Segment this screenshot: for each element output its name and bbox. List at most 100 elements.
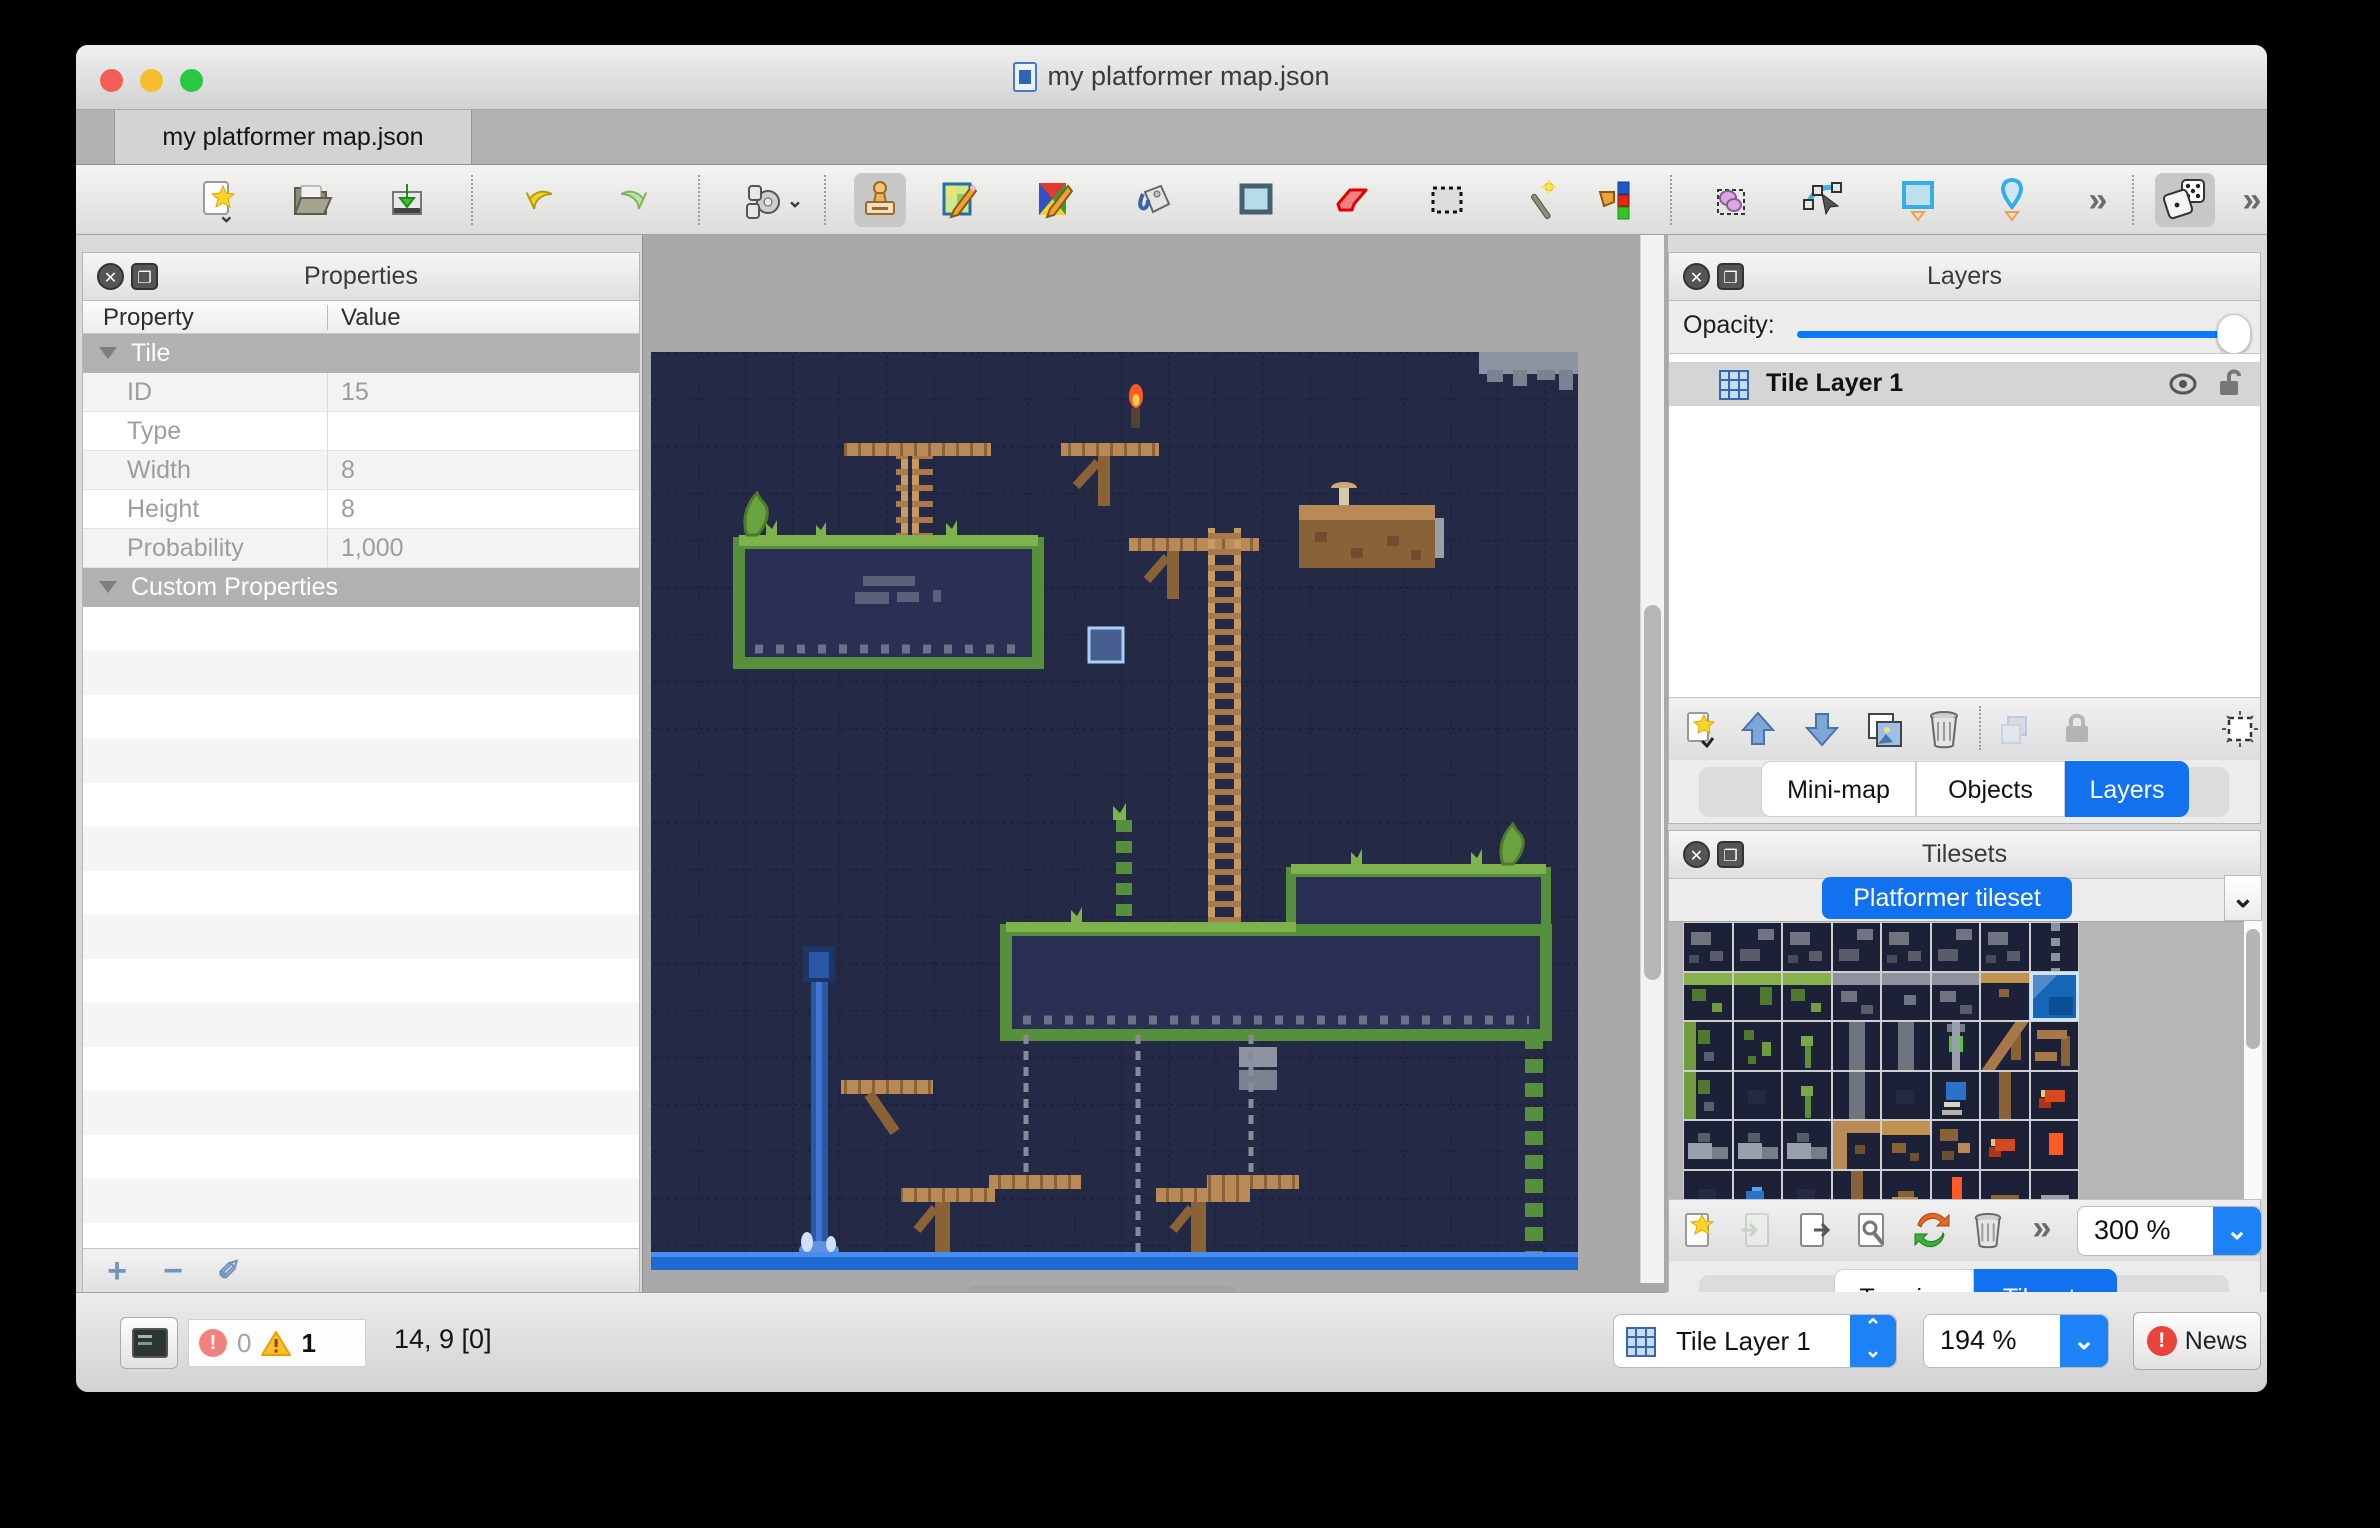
map-view[interactable] — [642, 235, 1668, 1315]
layer-list[interactable]: Tile Layer 1 — [1669, 353, 2260, 698]
tileset-list-dropdown-button[interactable]: ⌄ — [2224, 875, 2262, 921]
tileset-tile-stone[interactable] — [1881, 922, 1931, 972]
tileset-tile-gside[interactable] — [1683, 1071, 1733, 1121]
opacity-slider-knob[interactable] — [2217, 314, 2251, 354]
select-objects-tool[interactable] — [1704, 173, 1756, 227]
stepper-icon[interactable]: ⌃⌄ — [1850, 1315, 1896, 1367]
raise-layer-button[interactable] — [1735, 706, 1781, 752]
bucket-fill-tool[interactable] — [1129, 173, 1181, 227]
console-button[interactable] — [120, 1317, 178, 1369]
map-zoom-combo[interactable]: 194 % ⌄ — [1923, 1314, 2109, 1368]
refresh-tileset-button[interactable] — [1909, 1207, 1955, 1253]
edit-polygons-tool[interactable] — [1796, 173, 1848, 227]
group-header-custom-properties[interactable]: Custom Properties — [83, 568, 639, 607]
tileset-tile-pillar[interactable] — [1832, 1071, 1882, 1121]
rect-select-tool[interactable] — [1421, 173, 1473, 227]
tileset-tile-wall[interactable] — [1832, 972, 1882, 1022]
tileset-tile-pole[interactable] — [1980, 1071, 2030, 1121]
tileset-tile-wall2[interactable] — [1881, 972, 1931, 1022]
scrollbar-thumb[interactable] — [1644, 605, 1661, 980]
show-other-layers-button[interactable] — [1991, 706, 2037, 752]
tile-cursor[interactable] — [1089, 628, 1123, 662]
close-panel-icon[interactable]: ✕ — [97, 263, 124, 290]
opacity-slider[interactable] — [1797, 331, 2235, 338]
tileset-tile-dirtc[interactable] — [1832, 1120, 1882, 1170]
insert-rectangle-tool[interactable] — [1892, 173, 1944, 227]
duplicate-layer-button[interactable] — [1861, 706, 1907, 752]
property-row-height[interactable]: Height8 — [83, 490, 639, 529]
open-file-button[interactable] — [286, 173, 338, 227]
property-row-width[interactable]: Width8 — [83, 451, 639, 490]
lower-layer-button[interactable] — [1799, 706, 1845, 752]
issues-counter[interactable]: ! 0 1 — [188, 1319, 366, 1367]
property-row-probability[interactable]: Probability1,000 — [83, 529, 639, 568]
remove-property-button[interactable]: − — [151, 1251, 195, 1291]
export-tileset-button[interactable] — [1791, 1207, 1837, 1253]
property-row-type[interactable]: Type — [83, 412, 639, 451]
tileset-tile-fire[interactable] — [2030, 1120, 2080, 1170]
magic-wand-tool[interactable] — [1517, 173, 1569, 227]
tileset-grid-area[interactable] — [1669, 921, 2244, 1199]
layer-visible-eye-icon[interactable] — [2169, 372, 2197, 396]
tileset-tile-stone2[interactable] — [1733, 922, 1783, 972]
tileset-tile-wall[interactable] — [1931, 972, 1981, 1022]
tileset-zoom-combo[interactable]: 300 % ⌄ — [2077, 1206, 2262, 1256]
tileset-tile-gside[interactable] — [1683, 1021, 1733, 1071]
tileset-tile-plant[interactable] — [1782, 1071, 1832, 1121]
property-row-id[interactable]: ID15 — [83, 373, 639, 412]
tileset-tile-dark[interactable] — [1881, 1071, 1931, 1121]
document-tab[interactable]: my platformer map.json — [114, 110, 472, 164]
random-mode-toggle[interactable] — [2155, 173, 2215, 227]
tileset-tile-stone[interactable] — [1782, 922, 1832, 972]
tileset-tile-rocks[interactable] — [1782, 1120, 1832, 1170]
tileset-tile-dirtt[interactable] — [1881, 1120, 1931, 1170]
tileset-tile-dark[interactable] — [1782, 1170, 1832, 1200]
tileset-tile-chain[interactable] — [2030, 922, 2080, 972]
highlight-current-layer-button[interactable] — [2217, 706, 2263, 752]
layer-unlocked-icon[interactable] — [2217, 368, 2243, 398]
undo-button[interactable] — [513, 173, 565, 227]
select-same-tile-tool[interactable] — [1590, 173, 1642, 227]
tileset-tile-rocks[interactable] — [1733, 1120, 1783, 1170]
tileset-tile-pole[interactable] — [1832, 1170, 1882, 1200]
redo-button[interactable] — [608, 173, 660, 227]
lock-other-layers-button[interactable] — [2054, 706, 2100, 752]
tileset-tile-lamp[interactable] — [1931, 1021, 1981, 1071]
custom-properties-empty-list[interactable] — [83, 607, 639, 1248]
embed-tileset-button[interactable] — [1733, 1207, 1779, 1253]
tileset-tile-stone[interactable] — [1683, 922, 1733, 972]
group-header-tile[interactable]: Tile — [83, 334, 639, 373]
tileset-tile-fox[interactable] — [1980, 1120, 2030, 1170]
new-tileset-button[interactable] — [1675, 1207, 1721, 1253]
toolbar-overflow-button-2[interactable]: » — [2226, 173, 2267, 227]
tileset-grid[interactable] — [1683, 922, 2079, 1199]
tileset-tile-water[interactable] — [2030, 972, 2080, 1022]
tileset-tile-handle[interactable] — [1980, 1170, 2030, 1200]
scrollbar-thumb[interactable] — [2246, 929, 2260, 1049]
layer-row[interactable]: Tile Layer 1 — [1669, 362, 2260, 406]
current-layer-selector[interactable]: Tile Layer 1 ⌃⌄ — [1613, 1314, 1897, 1368]
float-panel-icon[interactable]: ❐ — [1717, 841, 1744, 868]
tileset-tile-gem[interactable] — [1733, 1170, 1783, 1200]
tileset-tile-dark[interactable] — [1733, 1071, 1783, 1121]
map-vertical-scrollbar[interactable] — [1640, 235, 1664, 1283]
terrain-brush-tool[interactable] — [934, 173, 986, 227]
map-canvas[interactable] — [651, 352, 1578, 1270]
new-layer-button[interactable] — [1677, 706, 1723, 752]
delete-layer-button[interactable] — [1921, 706, 1967, 752]
close-panel-icon[interactable]: ✕ — [1683, 841, 1710, 868]
tileset-tile-fox[interactable] — [2030, 1071, 2080, 1121]
tileset-tile-stone2[interactable] — [1832, 922, 1882, 972]
tab-objects[interactable]: Objects — [1916, 761, 2065, 817]
float-panel-icon[interactable]: ❐ — [1717, 263, 1744, 290]
new-map-button[interactable]: ⌄ — [192, 173, 244, 227]
title-bar[interactable]: my platformer map.json — [76, 45, 2267, 110]
toolbar-overflow-button[interactable]: » — [2072, 173, 2124, 227]
news-button[interactable]: ! News — [2133, 1312, 2261, 1370]
stamp-variations-tool[interactable] — [1029, 173, 1081, 227]
stamp-brush-tool[interactable] — [854, 173, 906, 227]
insert-point-tool[interactable] — [1986, 173, 2038, 227]
tileset-tile-flag[interactable] — [1931, 1071, 1981, 1121]
tileset-tile-stone[interactable] — [1980, 922, 2030, 972]
close-panel-icon[interactable]: ✕ — [1683, 263, 1710, 290]
